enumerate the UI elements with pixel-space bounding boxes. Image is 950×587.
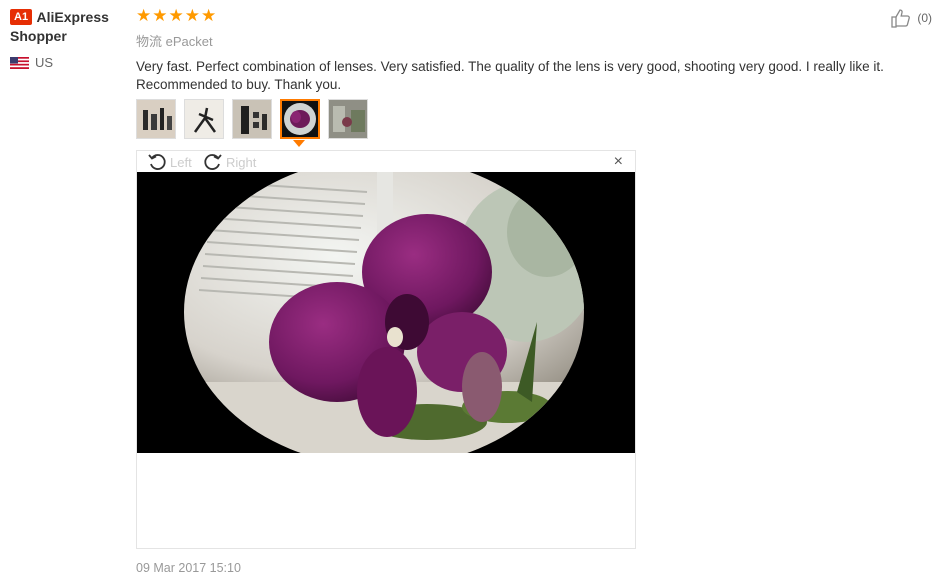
review-text: Very fast. Perfect combination of lenses… xyxy=(136,59,884,92)
star-rating: ★★★★★ xyxy=(136,6,218,25)
thumbnail-strip xyxy=(136,99,368,139)
tripod-image xyxy=(185,100,223,138)
helpful-button[interactable]: (0) xyxy=(890,8,932,28)
rotate-right-button[interactable]: Right xyxy=(203,152,256,172)
lens-kit-image xyxy=(137,100,175,138)
reviewer-country: US xyxy=(10,55,125,70)
rotate-right-icon xyxy=(204,154,222,170)
level-badge: A1 xyxy=(10,9,33,25)
image-viewer: Left Right × xyxy=(136,150,636,549)
review-body: ★★★★★ 物流 ePacket Very fast. Perfect comb… xyxy=(136,6,926,94)
selected-thumbnail-pointer xyxy=(293,140,305,147)
orchid-thumbnail-image xyxy=(282,101,318,137)
review-date: 09 Mar 2017 15:10 xyxy=(136,561,241,575)
enlarged-photo xyxy=(137,172,635,453)
thumbnail-3[interactable] xyxy=(232,99,272,139)
rotate-right-label: Right xyxy=(226,154,257,170)
country-code: US xyxy=(35,55,54,70)
reviewer-name-line: A1 AliExpress Shopper xyxy=(10,8,125,46)
lens-set-image xyxy=(233,100,271,138)
thumbnail-4-selected[interactable] xyxy=(280,99,320,139)
room-image xyxy=(329,100,367,138)
us-flag-icon xyxy=(10,56,29,69)
rotate-left-icon xyxy=(148,154,166,170)
thumbnail-2[interactable] xyxy=(184,99,224,139)
thumbnail-1[interactable] xyxy=(136,99,176,139)
rotate-left-button[interactable]: Left xyxy=(147,152,192,172)
rotate-left-label: Left xyxy=(170,154,192,170)
helpful-count: (0) xyxy=(917,11,932,25)
close-viewer-button[interactable]: × xyxy=(614,153,623,171)
thumbnail-5[interactable] xyxy=(328,99,368,139)
logistics-info: 物流 ePacket xyxy=(136,34,213,49)
thumbs-up-icon xyxy=(891,9,911,28)
orchid-fisheye-image xyxy=(137,172,635,453)
reviewer-info: A1 AliExpress Shopper US xyxy=(10,8,125,70)
